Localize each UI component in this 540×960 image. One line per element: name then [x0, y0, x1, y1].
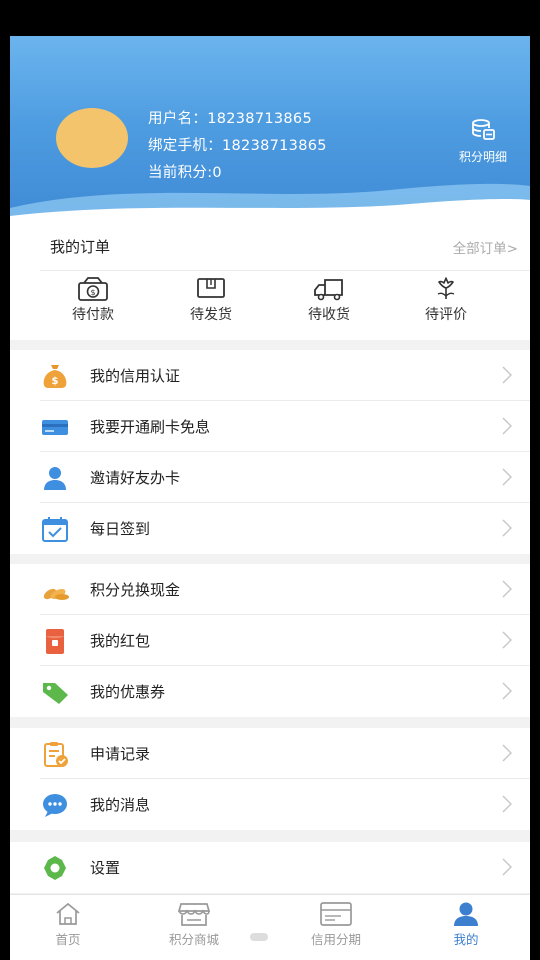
- menu-item-invite-friends[interactable]: 邀请好友办卡: [10, 452, 530, 503]
- order-pending-payment[interactable]: $ 待付款: [53, 276, 133, 324]
- menu-item-points-to-cash[interactable]: 积分兑换现金: [10, 564, 530, 615]
- card-installment-icon: [320, 902, 352, 926]
- truck-icon: [314, 279, 343, 301]
- clipboard-icon: [44, 742, 68, 767]
- person-icon: [44, 467, 66, 490]
- tab-mine[interactable]: 我的: [416, 901, 516, 948]
- tab-credit-installment[interactable]: 信用分期: [286, 901, 386, 948]
- divider: [40, 270, 530, 271]
- tab-home[interactable]: 首页: [18, 901, 118, 948]
- orders-header: 我的订单 全部订单>: [10, 220, 530, 270]
- chat-bubble-icon: [43, 794, 67, 817]
- menu-label: 设置: [90, 859, 121, 877]
- coins-icon: [43, 588, 69, 600]
- store-icon: [178, 903, 210, 926]
- tab-label: 我的: [453, 932, 479, 947]
- menu-label: 积分兑换现金: [90, 581, 181, 599]
- tab-label: 信用分期: [310, 932, 361, 947]
- menu-item-credit-auth[interactable]: $ 我的信用认证: [10, 350, 530, 401]
- menu-label: 我的信用认证: [90, 367, 181, 385]
- menu-item-red-packets[interactable]: 我的红包: [10, 615, 530, 666]
- menu-item-settings[interactable]: 设置: [10, 842, 530, 893]
- chevron-right-icon: [502, 519, 512, 537]
- menu-label: 我的优惠券: [90, 683, 166, 701]
- menu-label: 我要开通刷卡免息: [90, 418, 211, 436]
- tag-icon: [43, 683, 68, 704]
- menu-label: 每日签到: [90, 520, 151, 538]
- svg-text:$: $: [52, 376, 59, 387]
- menu-label: 申请记录: [90, 745, 151, 763]
- gear-icon: [44, 856, 66, 880]
- user-icon: [454, 902, 478, 926]
- menu-item-messages[interactable]: 我的消息: [10, 779, 530, 830]
- phone-text: 绑定手机：18238713865: [148, 138, 327, 154]
- menu-item-coupons[interactable]: 我的优惠券: [10, 666, 530, 717]
- order-label: 待发货: [190, 307, 232, 323]
- shipping-box-icon: [197, 278, 225, 298]
- order-pending-receipt[interactable]: 待收货: [289, 276, 369, 324]
- orders-title: 我的订单: [50, 238, 111, 256]
- home-icon: [56, 902, 80, 925]
- tab-label: 积分商城: [168, 932, 219, 947]
- points-detail-button[interactable]: 积分明细: [448, 118, 518, 165]
- username-text: 用户名：18238713865: [148, 111, 312, 127]
- flower-review-icon: [437, 277, 455, 299]
- orders-section: 我的订单 全部订单> $ 待付款 待发货 待收货 待评价: [10, 220, 530, 340]
- home-indicator: [250, 933, 268, 941]
- red-envelope-icon: [46, 629, 64, 654]
- menu-label: 我的红包: [90, 632, 151, 650]
- menu-item-application-records[interactable]: 申请记录: [10, 728, 530, 779]
- menu-group-records: 申请记录 我的消息: [10, 728, 530, 830]
- chevron-right-icon: [502, 468, 512, 486]
- menu-label: 邀请好友办卡: [90, 469, 181, 487]
- chevron-right-icon: [502, 417, 512, 435]
- menu-group-rewards: 积分兑换现金 我的红包 我的优惠券: [10, 564, 530, 717]
- svg-text:$: $: [90, 288, 95, 297]
- chevron-right-icon: [502, 580, 512, 598]
- credit-card-icon: [42, 420, 68, 435]
- all-orders-link[interactable]: 全部订单>: [453, 237, 518, 257]
- profile-screen: 用户名：18238713865 绑定手机：18238713865 当前积分:0 …: [10, 36, 530, 960]
- chevron-right-icon: [502, 744, 512, 762]
- order-pending-review[interactable]: 待评价: [406, 276, 486, 324]
- payment-icon: $: [78, 277, 108, 301]
- points-ledger-icon: [472, 119, 495, 140]
- calendar-check-icon: [42, 517, 68, 542]
- order-label: 待评价: [425, 307, 467, 323]
- menu-item-daily-checkin[interactable]: 每日签到: [10, 503, 530, 554]
- order-label: 待收货: [308, 307, 350, 323]
- order-label: 待付款: [72, 307, 114, 323]
- menu-group-settings: 设置: [10, 842, 530, 893]
- bottom-tab-bar: 首页 积分商城 信用分期 我的: [10, 894, 530, 960]
- menu-label: 我的消息: [90, 796, 151, 814]
- order-pending-shipment[interactable]: 待发货: [171, 276, 251, 324]
- chevron-right-icon: [502, 682, 512, 700]
- profile-header: 用户名：18238713865 绑定手机：18238713865 当前积分:0 …: [10, 36, 530, 220]
- chevron-right-icon: [502, 366, 512, 384]
- avatar[interactable]: [56, 108, 128, 168]
- header-wave: [10, 183, 530, 220]
- menu-item-card-interest-free[interactable]: 我要开通刷卡免息: [10, 401, 530, 452]
- chevron-right-icon: [502, 631, 512, 649]
- tab-label: 首页: [55, 932, 81, 947]
- chevron-right-icon: [502, 858, 512, 876]
- menu-group-credit: $ 我的信用认证 我要开通刷卡免息 邀请好友办卡 每日签到: [10, 350, 530, 554]
- tab-points-mall[interactable]: 积分商城: [144, 901, 244, 948]
- chevron-right-icon: [502, 795, 512, 813]
- money-bag-icon: $: [43, 365, 67, 388]
